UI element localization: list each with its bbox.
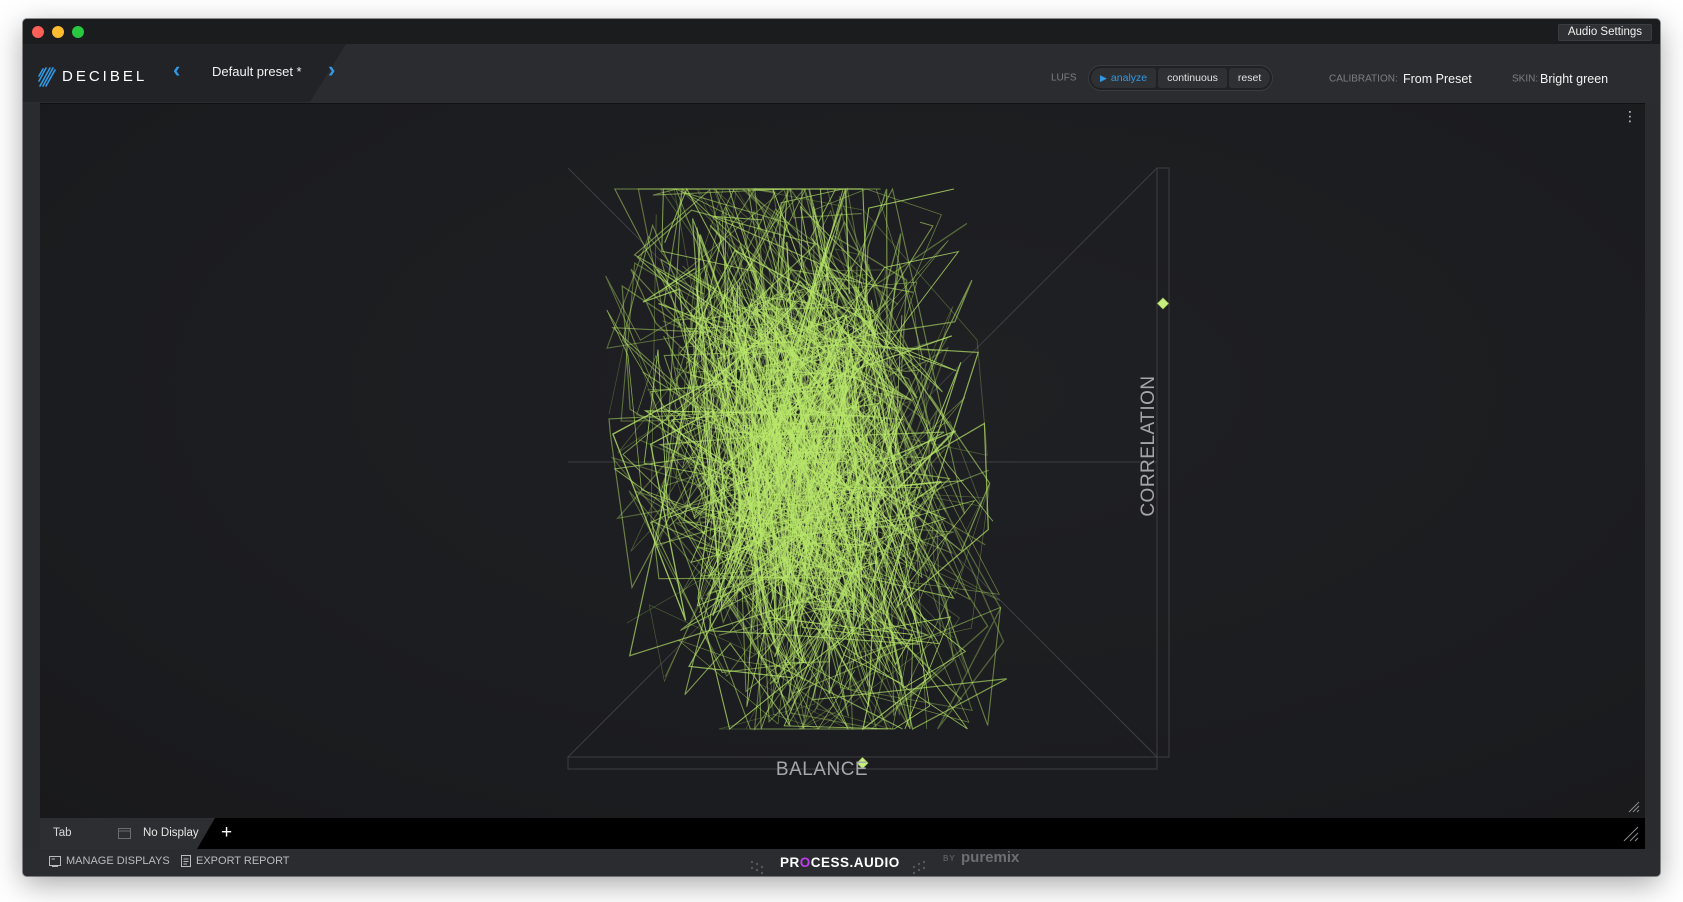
next-preset-button[interactable]: › (328, 59, 335, 81)
audio-settings-button[interactable]: Audio Settings (1557, 24, 1652, 41)
brand-dots-left-icon (750, 860, 764, 875)
continuous-button[interactable]: continuous (1158, 68, 1227, 88)
document-icon (181, 855, 191, 867)
skin-select[interactable]: Bright green (1540, 72, 1608, 86)
correlation-marker[interactable] (1156, 297, 1170, 310)
correlation-axis-label: CORRELATION (1138, 375, 1159, 517)
manage-displays-button[interactable]: MANAGE DISPLAYS (49, 855, 170, 867)
brand-text-pr: PR (780, 855, 800, 870)
skin-label: SKIN: (1512, 73, 1539, 85)
calibration-select[interactable]: From Preset (1403, 72, 1472, 86)
lufs-controls: ▶ analyze continuous reset (1088, 65, 1274, 91)
add-tab-button[interactable]: + (221, 821, 232, 845)
export-report-label: EXPORT REPORT (196, 855, 290, 867)
display-icon (118, 828, 131, 839)
scope-trace (605, 186, 1007, 732)
decibel-logo: DECIBEL (38, 64, 147, 88)
analyze-button[interactable]: ▶ analyze (1091, 68, 1157, 88)
manage-displays-label: MANAGE DISPLAYS (66, 855, 170, 867)
reset-button[interactable]: reset (1228, 68, 1271, 88)
manage-displays-icon (49, 855, 61, 867)
scope-canvas (567, 167, 1170, 770)
preset-name[interactable]: Default preset * (212, 64, 302, 79)
balance-axis-label: BALANCE (775, 759, 869, 780)
brand-text-o: O (799, 855, 811, 870)
maximize-window-button[interactable] (72, 26, 84, 38)
previous-preset-button[interactable]: ‹ (173, 59, 180, 81)
minimize-window-button[interactable] (52, 26, 64, 38)
export-report-button[interactable]: EXPORT REPORT (181, 855, 290, 867)
display-select[interactable]: No Display (143, 827, 199, 839)
play-icon: ▶ (1100, 72, 1107, 83)
lufs-label: LUFS (1051, 72, 1077, 84)
process-audio-logo: PROCESS.AUDIO (780, 855, 900, 870)
puremix-logo: puremix (961, 849, 1020, 866)
resize-window-icon[interactable] (1623, 826, 1639, 842)
display-tab-bar: Tab No Display + (40, 818, 1645, 849)
footer: MANAGE DISPLAYS EXPORT REPORT PROCESS.AU… (23, 849, 1660, 876)
calibration-label: CALIBRATION: (1329, 73, 1398, 85)
chevron-left-icon: ‹ (173, 57, 181, 82)
decibel-logo-icon (38, 67, 56, 87)
close-window-button[interactable] (32, 26, 44, 38)
brand-dots-right-icon (912, 860, 926, 875)
by-label: BY (943, 854, 956, 863)
resize-grip-icon[interactable] (1628, 801, 1640, 813)
title-bar: Audio Settings (23, 19, 1660, 44)
stereo-scope-display[interactable]: ⋮ BALANCE CORRELATION (40, 103, 1645, 818)
tab-label[interactable]: Tab (53, 827, 72, 839)
brand-text-rest: CESS.AUDIO (810, 855, 900, 870)
app-window: Audio Settings DECIBEL ‹ Default preset … (23, 19, 1660, 876)
logo-text: DECIBEL (62, 67, 148, 85)
header: DECIBEL ‹ Default preset * › LUFS ▶ anal… (23, 44, 1660, 104)
analyze-label: analyze (1110, 72, 1148, 84)
chevron-right-icon: › (328, 57, 336, 82)
